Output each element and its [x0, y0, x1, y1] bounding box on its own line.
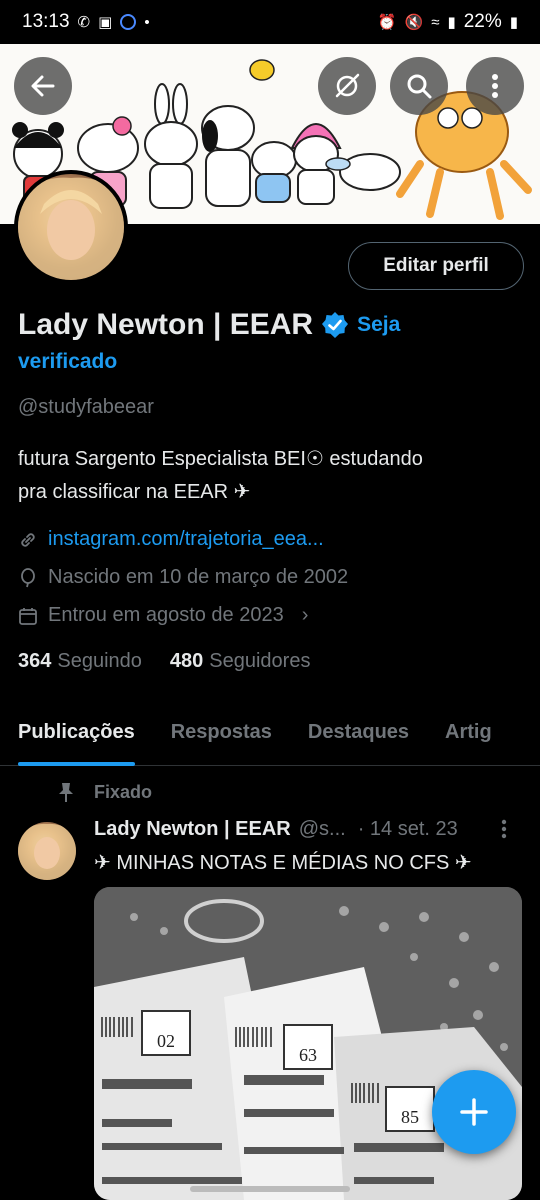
- post-photo-illustration: 02 63 85: [94, 887, 522, 1200]
- post-author-avatar[interactable]: [18, 822, 76, 880]
- more-vertical-icon: [492, 74, 498, 98]
- edit-profile-button[interactable]: Editar perfil: [348, 242, 524, 290]
- grok-icon: [335, 73, 360, 98]
- post-author-handle[interactable]: @s...: [299, 818, 346, 841]
- post-more-button[interactable]: [500, 818, 508, 846]
- snoopy-doodle: [201, 105, 255, 207]
- balloon-icon: [21, 567, 35, 587]
- search-button[interactable]: [390, 57, 448, 115]
- following-count: 364: [18, 650, 52, 672]
- profile-link-row: instagram.com/trajetoria_eea...: [18, 528, 324, 551]
- calendar-icon: [19, 607, 37, 625]
- whatsapp-icon: ✆: [77, 14, 91, 31]
- compose-post-button[interactable]: [432, 1070, 516, 1154]
- joined-row[interactable]: Entrou em agosto de 2023 ›: [18, 604, 308, 627]
- battery-icon: ▮: [509, 14, 518, 31]
- following-link[interactable]: 364 Seguindo: [18, 650, 142, 673]
- back-button[interactable]: [14, 57, 72, 115]
- grok-button[interactable]: [318, 57, 376, 115]
- followers-link[interactable]: 480 Seguidores: [170, 650, 311, 673]
- verified-badge-icon: [322, 312, 349, 338]
- tab-replies[interactable]: Respostas: [153, 700, 290, 766]
- battery-percent: 22%: [463, 11, 502, 32]
- birthday-row: Nascido em 10 de março de 2002: [18, 566, 348, 589]
- display-name: Lady Newton | EEAR: [18, 308, 314, 341]
- tab-posts[interactable]: Publicações: [0, 700, 153, 766]
- profile-tabs: Publicações Respostas Destaques Artig: [0, 700, 540, 766]
- get-verified-link[interactable]: Seja: [357, 313, 400, 337]
- profile-avatar[interactable]: [14, 170, 128, 284]
- more-vertical-small-icon: [501, 819, 507, 839]
- profile-name-row: Lady Newton | EEAR Seja: [18, 308, 528, 342]
- dot-icon: •: [144, 13, 150, 31]
- chevron-right-icon: ›: [301, 604, 309, 626]
- post-author-name[interactable]: Lady Newton | EEAR: [94, 818, 291, 841]
- svg-text:85: 85: [401, 1107, 419, 1127]
- voicemail-icon: ▣: [98, 14, 113, 31]
- avatar-small-illustration: [18, 823, 76, 880]
- cinnamoroll-doodle: [325, 153, 401, 191]
- plus-icon: [460, 1098, 488, 1126]
- post-header: Lady Newton | EEAR @s... · 14 set. 23: [94, 818, 524, 841]
- miffy-doodle: [144, 83, 198, 209]
- arrow-left-icon: [31, 75, 55, 97]
- status-bar: 13:13 ✆ ▣ • ⏰ 🔇 ≈ ▮ 22% ▮: [0, 0, 540, 44]
- tab-articles[interactable]: Artig: [427, 700, 510, 766]
- bio-line-1: futura Sargento Especialista BEI☉ estuda…: [18, 448, 423, 470]
- pinned-indicator: Fixado: [56, 781, 152, 803]
- joined-text: Entrou em agosto de 2023: [48, 604, 284, 626]
- follow-counts: 364 Seguindo 480 Seguidores: [18, 650, 310, 673]
- pinned-label: Fixado: [94, 781, 153, 802]
- woodstock-doodle: [249, 59, 275, 81]
- profile-handle: @studyfabeear: [18, 396, 154, 418]
- pochacco-doodle: [251, 141, 297, 203]
- post-text: ✈ MINHAS NOTAS E MÉDIAS NO CFS ✈: [94, 852, 472, 874]
- search-icon: [407, 74, 432, 99]
- svg-text:02: 02: [157, 1031, 175, 1051]
- post-image[interactable]: 02 63 85: [94, 887, 522, 1200]
- tab-highlights[interactable]: Destaques: [290, 700, 427, 766]
- signal-icon: ▮: [447, 14, 456, 31]
- link-icon: [21, 532, 35, 547]
- following-label: Seguindo: [57, 650, 142, 672]
- gesture-bar[interactable]: [190, 1186, 350, 1192]
- status-time: 13:13: [22, 11, 70, 32]
- post-date[interactable]: · 14 set. 23: [358, 818, 458, 841]
- followers-count: 480: [169, 650, 204, 672]
- pin-icon: [59, 783, 73, 802]
- alarm-icon: ⏰: [377, 14, 397, 31]
- birthday-text: Nascido em 10 de março de 2002: [48, 566, 349, 588]
- wifi-icon: ≈: [431, 13, 440, 31]
- mute-icon: 🔇: [404, 14, 424, 31]
- get-verified-link-continued[interactable]: verificado: [18, 350, 117, 374]
- followers-label: Seguidores: [209, 650, 311, 672]
- bio-line-2: pra classificar na EEAR ✈: [18, 481, 251, 503]
- verified-status-icon: [120, 14, 137, 30]
- avatar-illustration: [18, 177, 124, 280]
- more-options-button[interactable]: [466, 57, 524, 115]
- profile-website-link[interactable]: instagram.com/trajetoria_eea...: [48, 528, 324, 551]
- profile-bio: futura Sargento Especialista BEI☉ estuda…: [18, 443, 518, 509]
- svg-text:63: 63: [299, 1045, 317, 1065]
